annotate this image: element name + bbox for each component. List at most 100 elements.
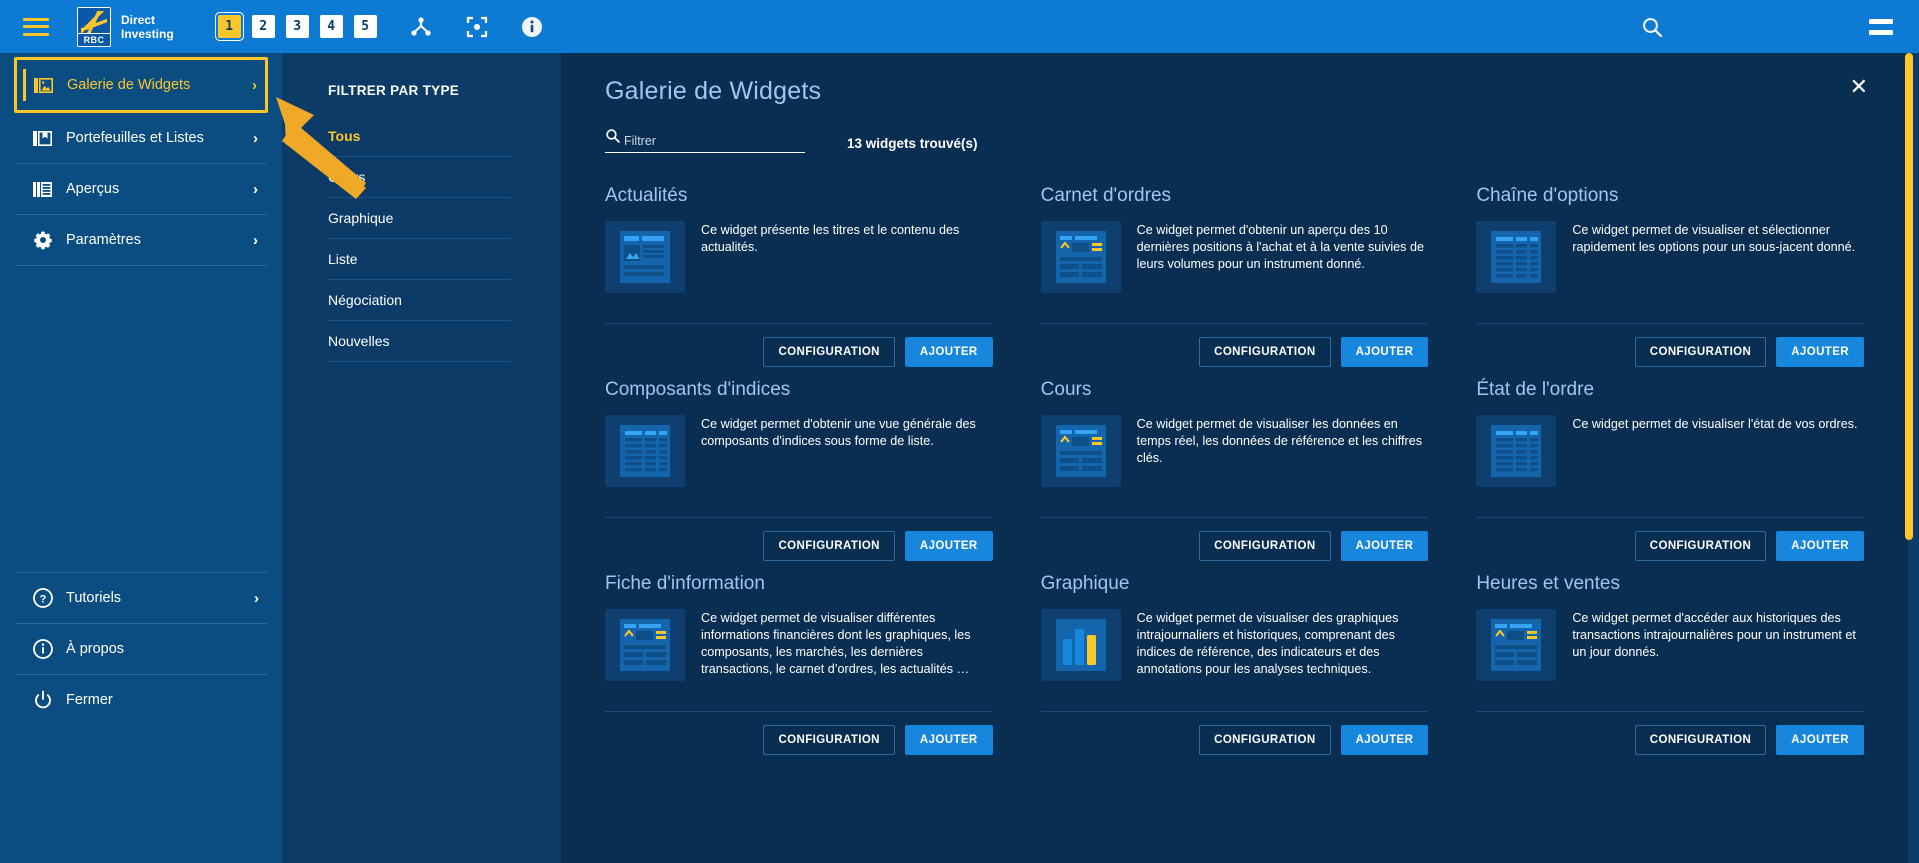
rbc-lion-icon	[81, 10, 107, 33]
close-icon[interactable]: ✕	[1850, 76, 1868, 98]
widget-card: Carnet d'ordres Ce widget permet d'obten…	[1040, 173, 1429, 367]
equals-menu-icon[interactable]	[1869, 18, 1893, 35]
configuration-button[interactable]: CONFIGURATION	[1634, 725, 1767, 755]
workspace-tab-3[interactable]: 3	[285, 15, 309, 38]
widget-card-title: Fiche d'information	[605, 573, 765, 594]
info-circle-icon[interactable]	[521, 16, 543, 38]
configuration-button[interactable]: CONFIGURATION	[763, 337, 895, 367]
overview-icon	[30, 180, 56, 199]
vertical-scrollbar[interactable]	[1905, 53, 1913, 863]
filter-item-quotes[interactable]: Cours	[328, 157, 511, 198]
sidebar-item-tutorials[interactable]: ? Tutoriels ›	[16, 572, 267, 623]
brand-line-2: Investing	[121, 26, 174, 41]
widget-card-title: Carnet d'ordres	[1040, 185, 1172, 206]
brand-line-1: Direct	[121, 12, 156, 27]
configuration-button[interactable]: CONFIGURATION	[1634, 337, 1767, 367]
widget-card: État de l'ordre Ce widget permet de visu…	[1476, 367, 1864, 561]
svg-text:?: ?	[40, 594, 47, 606]
add-button[interactable]: AJOUTER	[904, 531, 993, 561]
add-button[interactable]: AJOUTER	[1340, 337, 1429, 367]
info-circle-icon	[30, 639, 56, 659]
scrollbar-thumb[interactable]	[1905, 53, 1913, 540]
filter-item-trading[interactable]: Négociation	[328, 280, 511, 321]
share-node-icon[interactable]	[409, 15, 433, 39]
bar-chart-thumb	[1040, 609, 1121, 681]
workspace-tab-4[interactable]: 4	[319, 15, 343, 38]
widget-card-description: Ce widget permet de visualiser différent…	[701, 611, 971, 676]
widget-card-description: Ce widget permet d'obtenir un aperçu des…	[1136, 223, 1424, 271]
add-button[interactable]: AJOUTER	[1776, 725, 1864, 755]
portfolio-icon	[30, 129, 56, 148]
add-button[interactable]: AJOUTER	[1340, 725, 1429, 755]
sidebar-secondary-items: ? Tutoriels › À propos Fermer	[0, 572, 283, 725]
filter-search-box[interactable]	[605, 128, 805, 153]
filter-panel-title: FILTRER PAR TYPE	[328, 83, 460, 98]
image-gallery-icon	[31, 76, 57, 95]
news-article-thumb	[605, 221, 685, 293]
sidebar-item-label: À propos	[66, 641, 125, 657]
widget-card: Fiche d'information Ce widget permet de …	[605, 561, 993, 755]
sidebar-item-settings[interactable]: Paramètres ›	[16, 215, 266, 266]
filter-item-all[interactable]: Tous	[328, 116, 511, 157]
search-and-count-row: 13 widgets trouvé(s)	[561, 106, 1908, 153]
search-input[interactable]	[624, 134, 784, 149]
filter-item-news[interactable]: Nouvelles	[328, 321, 511, 362]
widget-card: Chaîne d'options Ce widget permet de vis…	[1476, 173, 1864, 367]
configuration-button[interactable]: CONFIGURATION	[1199, 725, 1331, 755]
page-title: Galerie de Widgets	[605, 77, 822, 105]
focus-target-icon[interactable]	[465, 15, 489, 39]
sidebar-item-about[interactable]: À propos	[16, 623, 267, 674]
configuration-button[interactable]: CONFIGURATION	[763, 531, 895, 561]
widget-card-title: Composants d'indices	[605, 379, 791, 400]
widget-card: Actualités Ce widget présente les titres…	[605, 173, 993, 367]
chevron-right-icon: ›	[254, 589, 259, 607]
add-button[interactable]: AJOUTER	[904, 725, 993, 755]
widget-card-description: Ce widget permet d'obtenir une vue génér…	[701, 417, 976, 448]
filter-item-list[interactable]: Liste	[328, 239, 511, 280]
chevron-right-icon: ›	[253, 180, 258, 198]
sidebar-item-label: Tutoriels	[66, 590, 122, 606]
widget-card-description: Ce widget présente les titres et le cont…	[701, 223, 960, 254]
chevron-right-icon: ›	[253, 231, 258, 249]
widget-card-title: Heures et ventes	[1476, 573, 1620, 594]
filter-type-list: Tous Cours Graphique Liste Négociation N…	[328, 116, 511, 362]
rbc-logo-text: RBC	[78, 32, 110, 46]
add-button[interactable]: AJOUTER	[1776, 337, 1864, 367]
widget-card: Composants d'indices Ce widget permet d'…	[605, 367, 993, 561]
sidebar-item-widget-gallery[interactable]: Galerie de Widgets ›	[14, 57, 268, 113]
widget-card-title: Actualités	[605, 185, 688, 206]
filter-item-chart[interactable]: Graphique	[328, 198, 511, 239]
table-grid-thumb	[605, 415, 685, 487]
workspace-tab-1[interactable]: 1	[217, 15, 241, 38]
chevron-right-icon: ›	[253, 129, 258, 147]
widget-card: Heures et ventes Ce widget permet d'accé…	[1476, 561, 1864, 755]
sidebar-item-close[interactable]: Fermer	[16, 674, 267, 725]
sidebar-item-overviews[interactable]: Aperçus ›	[16, 164, 266, 215]
workspace-tab-5[interactable]: 5	[353, 15, 377, 38]
add-button[interactable]: AJOUTER	[904, 337, 993, 367]
rbc-logo: RBC	[77, 6, 111, 47]
workspace-tabs: 1 2 3 4 5	[217, 15, 377, 38]
hamburger-menu-icon[interactable]	[23, 17, 49, 36]
sidebar-item-label: Portefeuilles et Listes	[66, 130, 204, 146]
widget-card: Cours Ce widget permet de visualiser les…	[1040, 367, 1429, 561]
sidebar-primary-items: Galerie de Widgets › Portefeuilles et Li…	[0, 53, 282, 266]
search-icon[interactable]	[1641, 16, 1663, 38]
add-button[interactable]: AJOUTER	[1776, 531, 1864, 561]
configuration-button[interactable]: CONFIGURATION	[1199, 531, 1331, 561]
quote-panel-thumb	[1476, 609, 1557, 681]
power-icon	[30, 690, 56, 710]
widget-card-description: Ce widget permet de visualiser les donné…	[1136, 417, 1423, 465]
configuration-button[interactable]: CONFIGURATION	[1634, 531, 1767, 561]
search-icon	[605, 128, 620, 149]
workspace-tab-2[interactable]: 2	[251, 15, 275, 38]
widget-card-description: Ce widget permet de visualiser et sélect…	[1572, 223, 1856, 254]
configuration-button[interactable]: CONFIGURATION	[1199, 337, 1331, 367]
add-button[interactable]: AJOUTER	[1340, 531, 1429, 561]
configuration-button[interactable]: CONFIGURATION	[763, 725, 895, 755]
sidebar-item-portfolios-lists[interactable]: Portefeuilles et Listes ›	[16, 113, 266, 164]
widget-card-grid: Actualités Ce widget présente les titres…	[561, 153, 1908, 755]
chevron-right-icon: ›	[252, 76, 257, 94]
widget-gallery-panel: Galerie de Widgets ✕ 13 widgets trouvé(s…	[561, 53, 1908, 863]
application-window: RBC Direct Investing 1 2 3 4 5 Galerie d…	[0, 0, 1919, 863]
